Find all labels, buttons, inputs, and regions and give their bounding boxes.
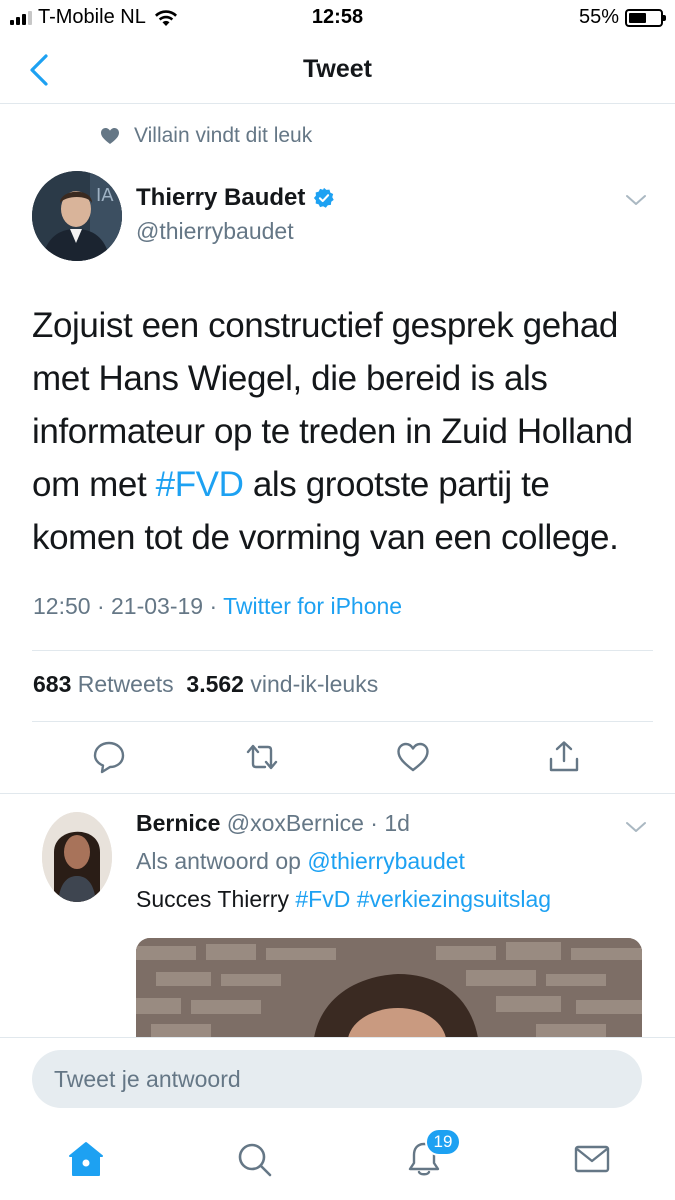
divider [32, 650, 653, 651]
author-handle[interactable]: @thierrybaudet [136, 218, 294, 245]
reply-media-image[interactable] [136, 938, 642, 1038]
status-right: 55% [578, 6, 666, 29]
author-avatar[interactable]: IA [32, 171, 122, 261]
page-title: Tweet [303, 55, 372, 83]
battery-percent: 55% [578, 6, 619, 28]
home-icon[interactable] [66, 1139, 106, 1179]
reply-header: Bernice @xoxBernice · 1d [136, 810, 410, 837]
status-bar: T-Mobile NL 12:58 55% [0, 0, 675, 36]
reply-text-part: Succes Thierry [136, 886, 289, 912]
separator-dot: · [96, 593, 112, 619]
retweets-label: Retweets [77, 671, 174, 697]
messages-mail-icon[interactable] [572, 1139, 612, 1179]
author-name[interactable]: Thierry Baudet [136, 184, 335, 212]
share-icon[interactable] [546, 739, 582, 775]
tweet-stats: 683 Retweets 3.562 vind-ik-leuks [33, 671, 378, 698]
hashtag-link[interactable]: #verkiezingsuitslag [357, 886, 551, 912]
battery-icon [625, 8, 666, 27]
retweets-stat[interactable]: 683 Retweets [33, 671, 174, 697]
hashtag-link[interactable]: #FvD [295, 886, 350, 912]
social-context: Villain vindt dit leuk [100, 124, 312, 148]
tweet-source-link[interactable]: Twitter for iPhone [223, 593, 402, 619]
reply-to-line: Als antwoord op @thierrybaudet [136, 848, 465, 875]
likes-count: 3.562 [186, 671, 244, 697]
author-name-text: Thierry Baudet [136, 184, 306, 211]
mention-link[interactable]: @thierrybaudet [307, 848, 465, 874]
reply-author-handle[interactable]: @xoxBernice [227, 810, 364, 836]
svg-text:IA: IA [96, 185, 114, 206]
tweet-date: 21-03-19 [111, 593, 204, 619]
divider [32, 721, 653, 722]
reply-compose-input[interactable]: Tweet je antwoord [32, 1050, 642, 1108]
tweet-actions [0, 735, 675, 781]
section-divider [0, 793, 675, 794]
separator-dot: · [209, 593, 224, 619]
nav-bar: Tweet [0, 36, 675, 104]
hashtag-link[interactable]: #FVD [156, 465, 244, 504]
reply-author-name[interactable]: Bernice [136, 810, 220, 836]
separator-dot: · [363, 810, 385, 836]
reply-avatar[interactable] [42, 812, 112, 902]
chevron-down-icon[interactable] [625, 193, 647, 207]
tweet-meta: 12:50 · 21-03-19 · Twitter for iPhone [33, 593, 402, 620]
tweet-text: Zojuist een constructief gesprek gehad m… [32, 299, 652, 564]
reply-icon[interactable] [91, 739, 127, 775]
heart-filled-icon [101, 128, 119, 144]
bottom-bar: Tweet je antwoord [0, 1037, 675, 1200]
status-time: 12:58 [311, 6, 364, 28]
like-icon[interactable] [395, 739, 431, 775]
likes-label: vind-ik-leuks [250, 671, 379, 697]
tweet-time: 12:50 [33, 593, 91, 619]
chevron-down-icon[interactable] [625, 820, 647, 834]
retweets-count: 683 [33, 671, 72, 697]
reply-text: Succes Thierry #FvD #verkiezingsuitslag [136, 886, 551, 913]
likes-stat[interactable]: 3.562 vind-ik-leuks [186, 671, 378, 697]
reply-to-label: Als antwoord op [136, 848, 301, 874]
reply-time: 1d [384, 810, 410, 836]
retweet-icon[interactable] [244, 739, 280, 775]
notifications-badge: 19 [425, 1128, 461, 1156]
search-icon[interactable] [234, 1139, 274, 1179]
social-context-text: Villain vindt dit leuk [134, 124, 313, 147]
verified-badge-icon [314, 187, 335, 208]
